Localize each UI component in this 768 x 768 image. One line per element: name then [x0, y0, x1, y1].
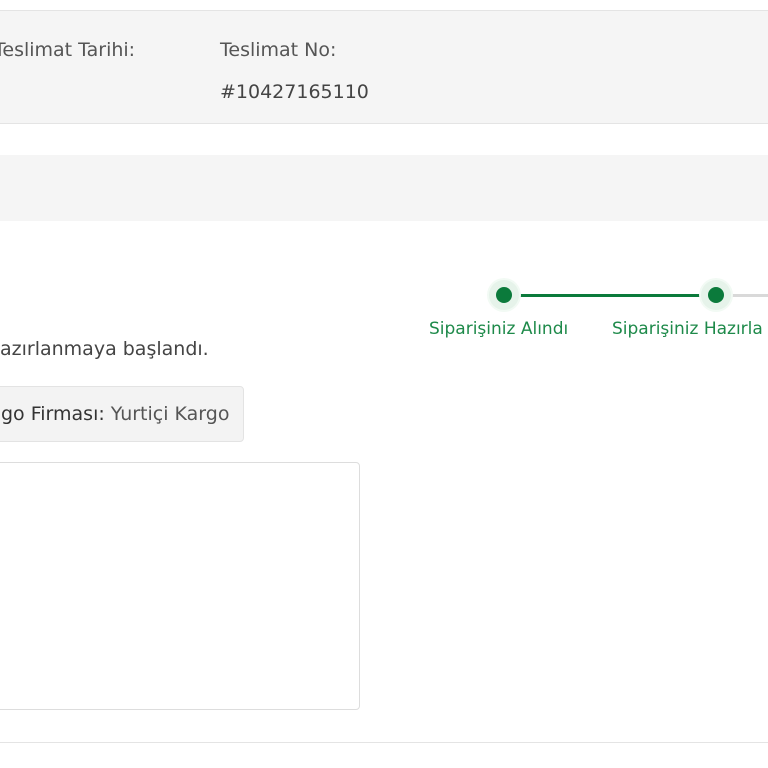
tracker-step-node-preparing — [701, 280, 731, 310]
delivery-info-bar: Teslimat Tarihi: Teslimat No: #104271651… — [0, 10, 768, 124]
step-complete-icon — [708, 287, 724, 303]
tracker-step-node-received — [489, 280, 519, 310]
cargo-company-label: go Firması: — [1, 403, 105, 425]
delivery-no-value: #10427165110 — [220, 81, 369, 103]
bottom-divider — [0, 742, 768, 743]
cargo-company-value: Yurtiçi Kargo — [110, 403, 230, 425]
tracker-step-label-received: Siparişiniz Alındı — [429, 319, 569, 339]
section-header-bar — [0, 155, 768, 221]
shipment-details-box — [0, 462, 360, 710]
order-status-text: azırlanmaya başlandı. — [0, 338, 209, 360]
delivery-date-label: Teslimat Tarihi: — [0, 39, 136, 61]
cargo-company-chip: go Firması: Yurtiçi Kargo — [0, 386, 245, 442]
delivery-no-label: Teslimat No: — [220, 39, 337, 61]
order-detail-page: Teslimat Tarihi: Teslimat No: #104271651… — [0, 0, 768, 768]
tracker-line-segment — [504, 294, 716, 297]
tracker-step-label-preparing: Siparişiniz Hazırla — [612, 319, 763, 339]
step-complete-icon — [496, 287, 512, 303]
